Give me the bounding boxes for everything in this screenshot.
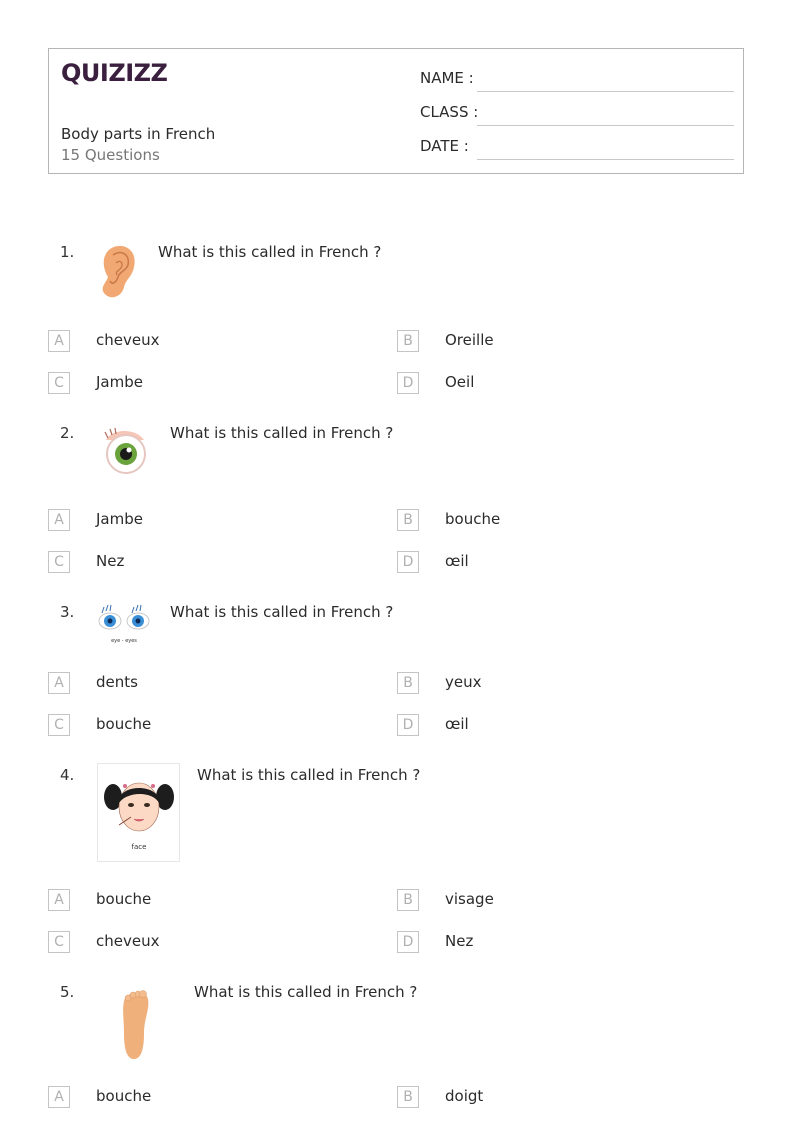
worksheet-title: Body parts in French: [61, 125, 216, 143]
worksheet-header: QUIZIZZ Body parts in French 15 Question…: [48, 48, 744, 174]
class-line[interactable]: [477, 125, 734, 126]
class-field[interactable]: CLASS :: [420, 103, 734, 127]
option-text: Oreille: [445, 331, 494, 349]
option-letter: C: [48, 931, 70, 953]
option-letter: D: [397, 372, 419, 394]
option-c[interactable]: C bouche: [48, 714, 348, 738]
question-text: What is this called in French ?: [170, 603, 394, 621]
option-letter: A: [48, 509, 70, 531]
question-number: 2.: [60, 424, 75, 442]
option-text: cheveux: [96, 331, 160, 349]
option-letter: A: [48, 672, 70, 694]
option-c[interactable]: C Jambe: [48, 372, 348, 396]
option-letter: B: [397, 509, 419, 531]
option-letter: C: [48, 714, 70, 736]
option-text: Jambe: [96, 510, 143, 528]
option-letter: D: [397, 551, 419, 573]
option-text: Oeil: [445, 373, 475, 391]
option-letter: A: [48, 330, 70, 352]
option-text: Jambe: [96, 373, 143, 391]
option-text: yeux: [445, 673, 482, 691]
option-text: bouche: [96, 890, 152, 908]
option-letter: C: [48, 551, 70, 573]
option-a[interactable]: A cheveux: [48, 330, 348, 354]
question-text: What is this called in French ?: [158, 243, 382, 261]
question-text: What is this called in French ?: [197, 766, 421, 784]
option-d[interactable]: D Nez: [397, 931, 697, 955]
option-letter: B: [397, 672, 419, 694]
quizizz-logo: QUIZIZZ: [61, 59, 168, 87]
date-field[interactable]: DATE :: [420, 137, 734, 161]
option-text: doigt: [445, 1087, 484, 1105]
option-text: cheveux: [96, 932, 160, 950]
date-line[interactable]: [477, 159, 734, 160]
option-letter: D: [397, 931, 419, 953]
foot-image: [116, 989, 156, 1061]
option-text: dents: [96, 673, 138, 691]
option-text: Nez: [445, 932, 474, 950]
option-b[interactable]: B bouche: [397, 509, 697, 533]
face-image-caption: face: [132, 843, 147, 851]
option-b[interactable]: B visage: [397, 889, 697, 913]
option-c[interactable]: C Nez: [48, 551, 348, 575]
option-b[interactable]: B yeux: [397, 672, 697, 696]
option-a[interactable]: A dents: [48, 672, 348, 696]
name-line[interactable]: [477, 91, 734, 92]
option-letter: C: [48, 372, 70, 394]
option-d[interactable]: D œil: [397, 714, 697, 738]
option-text: Nez: [96, 552, 125, 570]
option-text: bouche: [445, 510, 501, 528]
eye-image: [102, 426, 148, 476]
option-text: bouche: [96, 1087, 152, 1105]
option-d[interactable]: D Oeil: [397, 372, 697, 396]
option-letter: B: [397, 330, 419, 352]
date-label: DATE :: [420, 137, 469, 155]
option-text: œil: [445, 552, 469, 570]
option-letter: B: [397, 1086, 419, 1108]
question-text: What is this called in French ?: [194, 983, 418, 1001]
eyes-image-caption: eye - eyes: [111, 638, 137, 644]
option-text: œil: [445, 715, 469, 733]
option-a[interactable]: A Jambe: [48, 509, 348, 533]
class-label: CLASS :: [420, 103, 479, 121]
question-text: What is this called in French ?: [170, 424, 394, 442]
option-letter: A: [48, 1086, 70, 1108]
option-b[interactable]: B Oreille: [397, 330, 697, 354]
option-d[interactable]: D œil: [397, 551, 697, 575]
option-c[interactable]: C cheveux: [48, 931, 348, 955]
question-number: 1.: [60, 243, 75, 261]
option-letter: B: [397, 889, 419, 911]
question-count: 15 Questions: [61, 146, 160, 164]
option-text: bouche: [96, 715, 152, 733]
option-letter: D: [397, 714, 419, 736]
question-number: 3.: [60, 603, 75, 621]
name-field[interactable]: NAME :: [420, 69, 734, 93]
name-label: NAME :: [420, 69, 474, 87]
option-letter: A: [48, 889, 70, 911]
option-text: visage: [445, 890, 494, 908]
face-image: face: [97, 763, 181, 863]
ear-image: [96, 243, 140, 301]
option-a[interactable]: A bouche: [48, 1086, 348, 1110]
eyes-image: eye - eyes: [96, 603, 156, 645]
question-number: 4.: [60, 766, 75, 784]
option-b[interactable]: B doigt: [397, 1086, 697, 1110]
option-a[interactable]: A bouche: [48, 889, 348, 913]
question-number: 5.: [60, 983, 75, 1001]
